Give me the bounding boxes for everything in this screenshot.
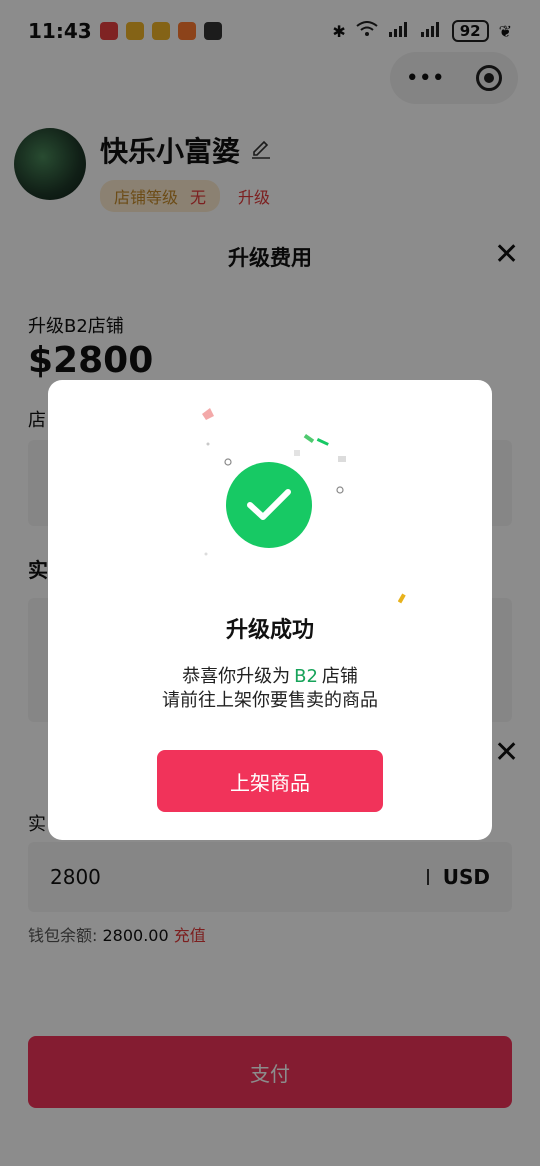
modal-title: 升级成功 (225, 618, 314, 643)
upgrade-success-modal: 升级成功 恭喜你升级为 B2 店铺 请前往上架你要售卖的商品 上架商品 (48, 380, 492, 840)
confetti-gold-piece (398, 593, 406, 604)
modal-message-line1: 恭喜你升级为 B2 店铺 (48, 662, 492, 688)
msg-suffix: 店铺 (321, 666, 358, 687)
msg-level: B2 (294, 666, 318, 687)
modal-message-line2: 请前往上架你要售卖的商品 (162, 690, 378, 711)
msg-prefix: 恭喜你升级为 (182, 666, 291, 687)
success-check-icon (226, 462, 312, 548)
list-product-button[interactable]: 上架商品 (157, 750, 383, 812)
